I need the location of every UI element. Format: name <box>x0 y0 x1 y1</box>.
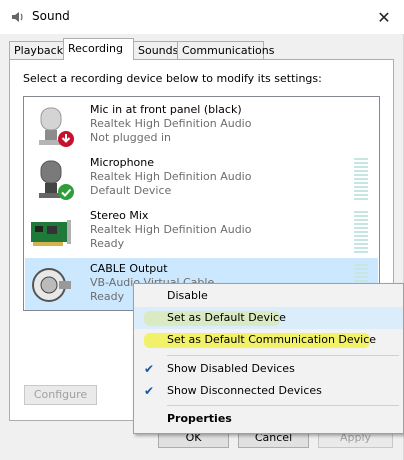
menu-item-properties[interactable]: Properties <box>134 408 403 430</box>
tab-playback[interactable]: Playback <box>9 41 64 59</box>
menu-item-label: Show Disconnected Devices <box>167 384 322 397</box>
green-check-icon <box>58 184 74 200</box>
menu-item-set-default-communication[interactable]: Set as Default Communication Device <box>134 329 403 351</box>
menu-item-set-default[interactable]: Set as Default Device <box>134 307 403 329</box>
context-menu: Disable Set as Default Device Set as Def… <box>133 283 404 434</box>
title-bar: Sound ✕ <box>0 0 404 34</box>
device-name: Mic in at front panel (black) <box>90 103 242 116</box>
close-button[interactable]: ✕ <box>364 0 404 34</box>
instruction-text: Select a recording device below to modif… <box>23 72 322 85</box>
device-name: CABLE Output <box>90 262 168 275</box>
menu-item-label: Show Disabled Devices <box>167 362 295 375</box>
tab-recording[interactable]: Recording <box>63 38 134 60</box>
check-icon: ✔ <box>144 362 155 376</box>
red-down-arrow-icon <box>58 131 74 147</box>
level-meter <box>354 158 368 200</box>
speaker-icon <box>12 12 23 22</box>
device-driver: Realtek High Definition Audio <box>90 170 252 183</box>
sound-card-icon <box>31 220 71 246</box>
window-title: Sound <box>32 9 70 23</box>
device-status: Not plugged in <box>90 131 172 144</box>
level-meter <box>354 211 368 253</box>
device-status: Ready <box>90 290 125 303</box>
device-item-stereo-mix[interactable]: Stereo Mix Realtek High Definition Audio… <box>25 205 378 258</box>
device-name: Microphone <box>90 156 155 169</box>
device-list[interactable]: Mic in at front panel (black) Realtek Hi… <box>23 96 380 311</box>
device-item-mic-front[interactable]: Mic in at front panel (black) Realtek Hi… <box>25 99 378 152</box>
close-icon: ✕ <box>377 7 391 27</box>
menu-item-show-disabled[interactable]: ✔ Show Disabled Devices <box>134 358 403 380</box>
configure-button[interactable]: Configure <box>24 385 97 405</box>
device-driver: Realtek High Definition Audio <box>90 117 252 130</box>
tab-communications[interactable]: Communications <box>177 41 274 59</box>
menu-item-show-disconnected[interactable]: ✔ Show Disconnected Devices <box>134 380 403 402</box>
menu-item-disable[interactable]: Disable <box>134 285 403 307</box>
device-name: Stereo Mix <box>90 209 149 222</box>
cable-icon <box>32 268 71 302</box>
device-status: Default Device <box>90 184 172 197</box>
menu-separator <box>167 355 399 356</box>
device-item-microphone[interactable]: Microphone Realtek High Definition Audio… <box>25 152 378 205</box>
check-icon: ✔ <box>144 384 155 398</box>
device-driver: Realtek High Definition Audio <box>90 223 252 236</box>
tab-sounds[interactable]: Sounds <box>133 41 178 59</box>
device-status: Ready <box>90 237 125 250</box>
menu-separator <box>167 405 399 406</box>
